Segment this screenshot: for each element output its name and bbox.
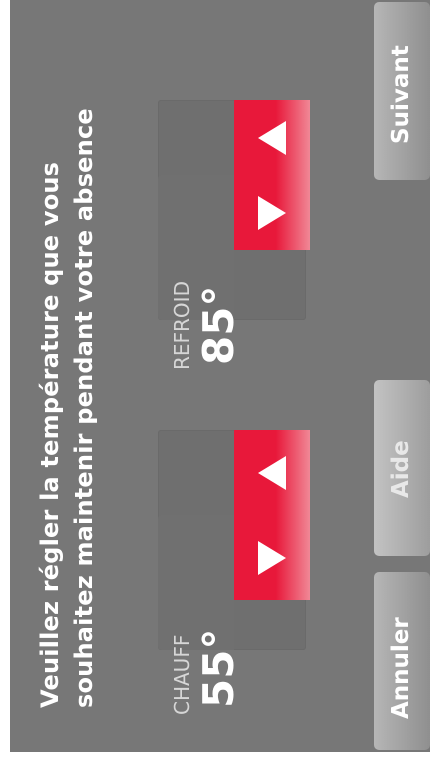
cancel-button-label: Annuler [388,617,414,719]
next-button-label: Suivant [388,45,414,144]
heat-setpoint-panel: CHAUFF 55° [158,430,310,715]
instruction-text-line-1: Veuillez régler la température que vous [36,161,64,708]
heat-mode-label: CHAUFF [170,634,194,715]
left-triangle-icon [258,455,286,490]
instruction-text-line-2: souhaitez maintenir pendant votre absenc… [70,108,98,708]
heat-temperature-value: 55° [194,628,243,708]
cool-decrease-button[interactable] [234,175,310,250]
next-button[interactable]: Suivant [374,2,430,180]
left-triangle-icon [258,120,286,155]
cool-increase-button[interactable] [234,100,310,175]
cool-mode-label: REFROID [170,281,194,370]
heat-increase-button[interactable] [234,430,310,515]
help-button-label: Aide [388,440,414,498]
cool-setpoint-display: REFROID 85° [158,175,243,370]
help-button[interactable]: Aide [374,380,430,556]
heat-decrease-button[interactable] [234,515,310,600]
right-triangle-icon [258,195,286,230]
cool-temperature-value: 85° [194,285,243,365]
thermostat-screen: Veuillez régler la température que vous … [10,0,430,752]
cool-setpoint-panel: REFROID 85° [158,100,310,370]
cancel-button[interactable]: Annuler [374,572,430,750]
right-triangle-icon [258,540,286,575]
heat-setpoint-display: CHAUFF 55° [158,515,243,715]
